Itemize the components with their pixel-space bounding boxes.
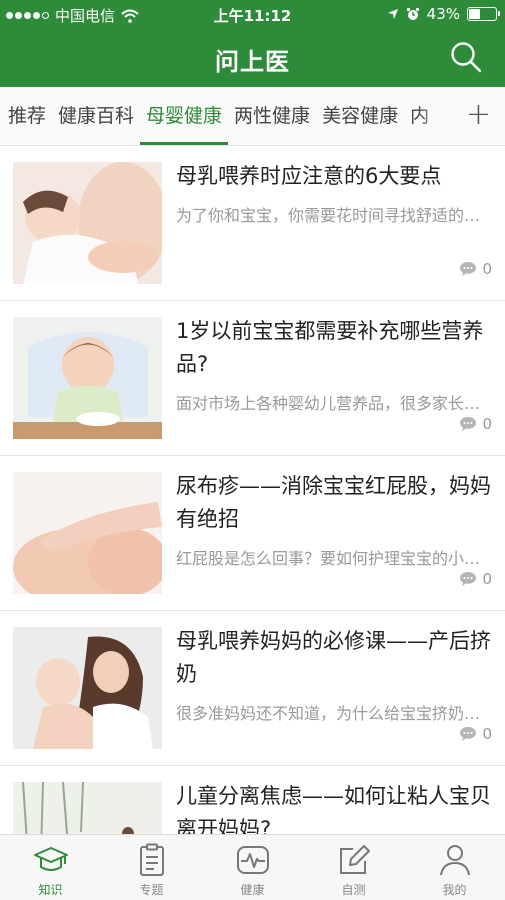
- comment-bubble-icon: [460, 727, 477, 741]
- bottom-tab-self-test[interactable]: 自测: [303, 835, 404, 900]
- article-title: 母乳喂养妈妈的必修课——产后挤奶: [176, 629, 491, 686]
- tab-recommend[interactable]: 推荐: [0, 87, 52, 145]
- list-item[interactable]: 母乳喂养时应注意的6大要点 为了你和宝宝，你需要花时间寻找舒适的哺乳姿势 0: [0, 146, 505, 301]
- article-thumbnail: [13, 317, 162, 439]
- nav-bar: 问上医: [0, 28, 505, 87]
- comment-count: 0: [459, 725, 492, 743]
- status-bar: 中国电信 上午11:12 43%: [0, 0, 505, 28]
- bottom-tab-label: 自测: [341, 883, 366, 897]
- bottom-tab-topics[interactable]: 专题: [101, 835, 202, 900]
- article-title: 1岁以前宝宝都需要补充哪些营养品?: [176, 319, 484, 376]
- category-tab-bar: 推荐健康百科母婴健康两性健康美容健康内 +: [0, 87, 505, 146]
- article-thumbnail: [13, 627, 162, 749]
- user-icon: [439, 845, 470, 876]
- comment-bubble-icon: [460, 417, 477, 431]
- list-item[interactable]: 母乳喂养妈妈的必修课——产后挤奶 很多准妈妈还不知道，为什么给宝宝挤奶很重要 0: [0, 611, 505, 766]
- comment-count: 0: [459, 570, 492, 588]
- edit-pencil-icon: [339, 845, 370, 874]
- app-header: 中国电信 上午11:12 43% 问上医: [0, 0, 505, 87]
- tab-sexual-health[interactable]: 两性健康: [228, 87, 316, 145]
- bottom-tab-bar: 知识 专题 健康 自测 我的: [0, 834, 505, 900]
- comment-bubble-icon: [460, 262, 477, 276]
- location-arrow-icon: [387, 9, 398, 19]
- bottom-tab-label: 知识: [38, 883, 63, 897]
- comment-count-value: 0: [482, 570, 492, 588]
- list-item[interactable]: 儿童分离焦虑——如何让粘人宝贝离开妈妈? 0: [0, 766, 505, 834]
- article-thumbnail: [13, 162, 162, 284]
- heartbeat-icon: [236, 846, 269, 874]
- list-item[interactable]: 尿布疹——消除宝宝红屁股，妈妈有绝招 红屁股是怎么回事？要如何护理宝宝的小屁股 …: [0, 456, 505, 611]
- comment-count: 0: [459, 415, 492, 433]
- search-icon[interactable]: [449, 40, 483, 74]
- article-list[interactable]: 母乳喂养时应注意的6大要点 为了你和宝宝，你需要花时间寻找舒适的哺乳姿势 0 1…: [0, 146, 505, 834]
- bottom-tab-label: 我的: [442, 883, 467, 897]
- app-title: 问上医: [215, 48, 290, 76]
- tabs-fade-overlay: [418, 87, 452, 145]
- article-summary: 面对市场上各种婴幼儿营养品，很多家长不知如何选择: [176, 394, 494, 413]
- comment-count-value: 0: [482, 260, 492, 278]
- list-item[interactable]: 1岁以前宝宝都需要补充哪些营养品? 面对市场上各种婴幼儿营养品，很多家长不知如何…: [0, 301, 505, 456]
- alarm-clock-icon: [406, 7, 419, 20]
- bottom-tab-label: 专题: [139, 883, 164, 897]
- article-title: 母乳喂养时应注意的6大要点: [176, 164, 442, 188]
- article-thumbnail: [13, 782, 162, 834]
- battery-icon: [467, 7, 500, 21]
- bottom-tab-label: 健康: [240, 883, 265, 897]
- article-summary: 为了你和宝宝，你需要花时间寻找舒适的哺乳姿势: [176, 206, 494, 225]
- clipboard-icon: [139, 843, 164, 876]
- add-category-button[interactable]: +: [452, 87, 505, 145]
- comment-bubble-icon: [460, 572, 477, 586]
- bottom-tab-health[interactable]: 健康: [202, 835, 303, 900]
- comment-count-value: 0: [482, 725, 492, 743]
- article-thumbnail: [13, 472, 162, 594]
- article-title: 尿布疹——消除宝宝红屁股，妈妈有绝招: [176, 474, 491, 531]
- tab-beauty-health[interactable]: 美容健康: [316, 87, 404, 145]
- bottom-tab-knowledge[interactable]: 知识: [0, 835, 101, 900]
- comment-count: 0: [459, 260, 492, 278]
- article-summary: 红屁股是怎么回事？要如何护理宝宝的小屁股: [176, 549, 494, 568]
- comment-count-value: 0: [482, 415, 492, 433]
- article-title: 儿童分离焦虑——如何让粘人宝贝离开妈妈?: [176, 784, 491, 834]
- tab-maternal-infant-health[interactable]: 母婴健康: [140, 87, 229, 145]
- battery-percent: 43%: [426, 5, 460, 23]
- article-summary: 很多准妈妈还不知道，为什么给宝宝挤奶很重要: [176, 704, 494, 723]
- category-tabs-scroller[interactable]: 推荐健康百科母婴健康两性健康美容健康内: [0, 87, 452, 145]
- graduation-cap-icon: [33, 847, 68, 871]
- tab-health-encyclopedia[interactable]: 健康百科: [52, 87, 140, 145]
- bottom-tab-mine[interactable]: 我的: [404, 835, 505, 900]
